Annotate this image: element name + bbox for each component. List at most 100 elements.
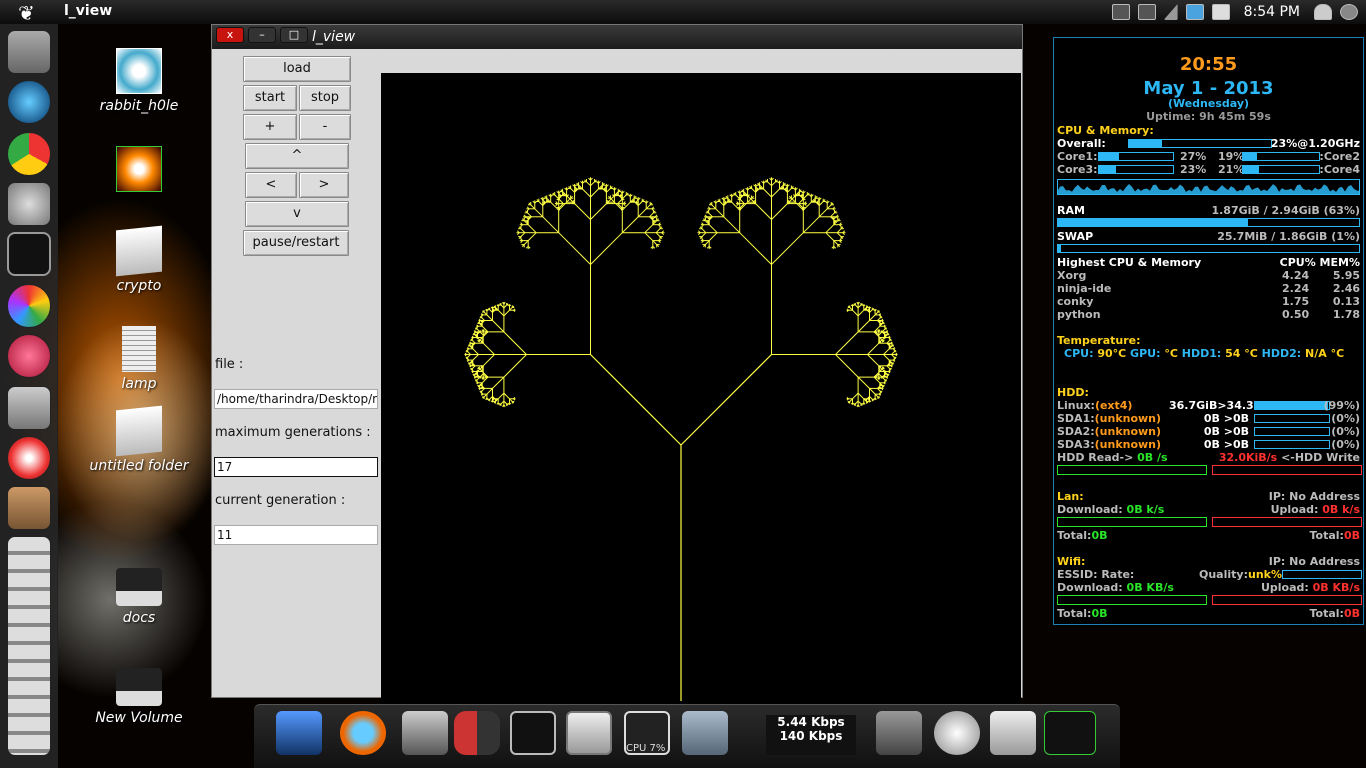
top-procs-columns: CPU% MEM% <box>1279 256 1360 269</box>
desktop-icon-lamp[interactable]: lamp <box>84 326 194 392</box>
pause-restart-button[interactable]: pause/restart <box>243 230 349 256</box>
panel-clock[interactable]: 8:54 PM <box>1244 4 1300 20</box>
system-tray: 8:54 PM <box>1111 0 1366 24</box>
wifi-upload-graph <box>1212 595 1362 605</box>
lan-upload-graph <box>1212 517 1362 527</box>
workspace-switcher-icon[interactable] <box>1044 711 1096 755</box>
stop-button[interactable]: stop <box>299 85 351 111</box>
minimize-button[interactable]: – <box>248 27 276 43</box>
zoom-in-button[interactable]: + <box>243 114 297 140</box>
app-icon[interactable] <box>7 334 51 378</box>
settings-icon[interactable] <box>7 182 51 226</box>
start-button[interactable]: start <box>243 85 297 111</box>
desktop-icon-rabbit-h0le[interactable]: rabbit_h0le <box>84 48 194 114</box>
fractal-segment <box>492 320 505 333</box>
monitor-icon[interactable] <box>1111 4 1130 20</box>
files-icon[interactable] <box>990 711 1036 755</box>
pan-down-button[interactable]: v <box>245 201 349 227</box>
fractal-segment <box>570 188 575 193</box>
drive-icon <box>116 568 162 606</box>
l-view-window: x – □ l_view load start stop + - ^ < > v… <box>211 24 1023 713</box>
desktop-icon-image[interactable] <box>84 146 194 196</box>
network-icon[interactable] <box>1185 4 1204 20</box>
disk-pct: (99%) <box>1323 399 1360 412</box>
conky-date: May 1 - 2013 <box>1143 78 1274 99</box>
user-icon[interactable] <box>1314 4 1332 20</box>
file-manager-icon[interactable] <box>402 711 448 755</box>
lan-ip: IP: No Address <box>1268 490 1360 503</box>
picasa-icon[interactable] <box>7 284 51 328</box>
fractal-segment <box>542 216 560 234</box>
fractal-canvas[interactable] <box>381 73 1021 713</box>
chrome-icon[interactable] <box>7 132 51 176</box>
save-disk-icon[interactable] <box>276 711 322 755</box>
fractal-segment <box>826 204 832 210</box>
lan-total-label: Total: <box>1309 529 1344 542</box>
triskelion-icon <box>116 48 162 94</box>
window-icon[interactable] <box>566 711 612 755</box>
web-browser-icon[interactable] <box>7 80 51 124</box>
fractal-segment <box>649 212 654 218</box>
pan-up-button[interactable]: ^ <box>245 143 349 169</box>
lan-upload-row: Upload: 0B k/s <box>1057 503 1360 517</box>
overall-value: 23%@1.20GHz <box>1270 137 1360 150</box>
pan-right-button[interactable]: > <box>299 172 349 198</box>
terminal-icon[interactable] <box>7 232 51 276</box>
gnome-foot-icon[interactable] <box>934 711 980 755</box>
fractal-segment <box>482 342 495 355</box>
active-app-title: l_view <box>64 3 113 19</box>
desktop-icon-untitled-folder[interactable]: untitled folder <box>84 405 194 474</box>
load-button[interactable]: load <box>243 56 351 82</box>
left-dock <box>0 24 58 768</box>
fractal-segment <box>708 232 718 241</box>
fractal-segment <box>852 392 859 400</box>
python-icon[interactable] <box>454 711 500 755</box>
wifi-quality-value: unk% <box>1247 568 1282 581</box>
fractal-segment <box>523 240 529 245</box>
tools-icon[interactable] <box>682 711 728 755</box>
file-path-field[interactable]: /home/tharindra/Desktop/r <box>214 389 378 409</box>
desktop-icon-crypto[interactable]: crypto <box>84 225 194 294</box>
lan-upload-label: Upload: <box>1270 503 1323 516</box>
power-icon[interactable] <box>1340 4 1358 20</box>
fractal-segment <box>538 201 544 206</box>
control-panel: load start stop + - ^ < > v pause/restar… <box>212 49 380 689</box>
fractal-segment <box>857 309 865 317</box>
files-icon[interactable] <box>7 30 51 74</box>
max-generations-field[interactable]: 17 <box>214 457 378 477</box>
wifi-upload-label: Upload: <box>1260 581 1313 594</box>
network-speed[interactable]: 5.44 Kbps 140 Kbps <box>766 715 856 755</box>
pan-left-button[interactable]: < <box>245 172 297 198</box>
media-player-icon[interactable] <box>7 436 51 480</box>
monitor-lock-icon[interactable] <box>876 711 922 755</box>
zoom-out-button[interactable]: - <box>299 114 351 140</box>
stacked-windows-icon[interactable] <box>7 536 51 756</box>
maximize-button[interactable]: □ <box>280 27 308 43</box>
wifi-quality-label: Quality: <box>1199 568 1248 581</box>
fractal-segment <box>590 188 599 198</box>
terminal-icon[interactable] <box>510 711 556 755</box>
firefox-icon[interactable] <box>340 711 386 755</box>
desktop-icon-new-volume[interactable]: New Volume <box>84 668 194 726</box>
temp-gpu-value: °C <box>1164 347 1178 360</box>
close-button[interactable]: x <box>216 27 244 43</box>
fractal-segment <box>739 232 772 265</box>
software-center-icon[interactable] <box>7 486 51 530</box>
fractal-segment <box>497 309 505 317</box>
signal-icon[interactable] <box>1163 4 1178 20</box>
text-file-icon <box>122 326 156 372</box>
fractal-segment <box>590 181 595 187</box>
window-titlebar[interactable]: x – □ l_view <box>212 25 1022 49</box>
fractal-segment <box>825 224 835 234</box>
swap-value: 25.7MiB / 1.86GiB (1%) <box>1217 230 1360 243</box>
core4-label: :Core4 <box>1319 163 1360 176</box>
desktop-icon-docs[interactable]: docs <box>84 568 194 626</box>
image-viewer-icon[interactable] <box>7 386 51 430</box>
gnome-foot-icon[interactable]: ❦ <box>18 1 35 25</box>
fractal-segment <box>497 392 505 400</box>
fractal-segment <box>771 203 788 220</box>
printer-icon[interactable] <box>1137 4 1156 20</box>
fractal-segment <box>867 354 880 367</box>
core2-label: :Core2 <box>1319 150 1360 163</box>
mail-icon[interactable] <box>1211 4 1230 20</box>
